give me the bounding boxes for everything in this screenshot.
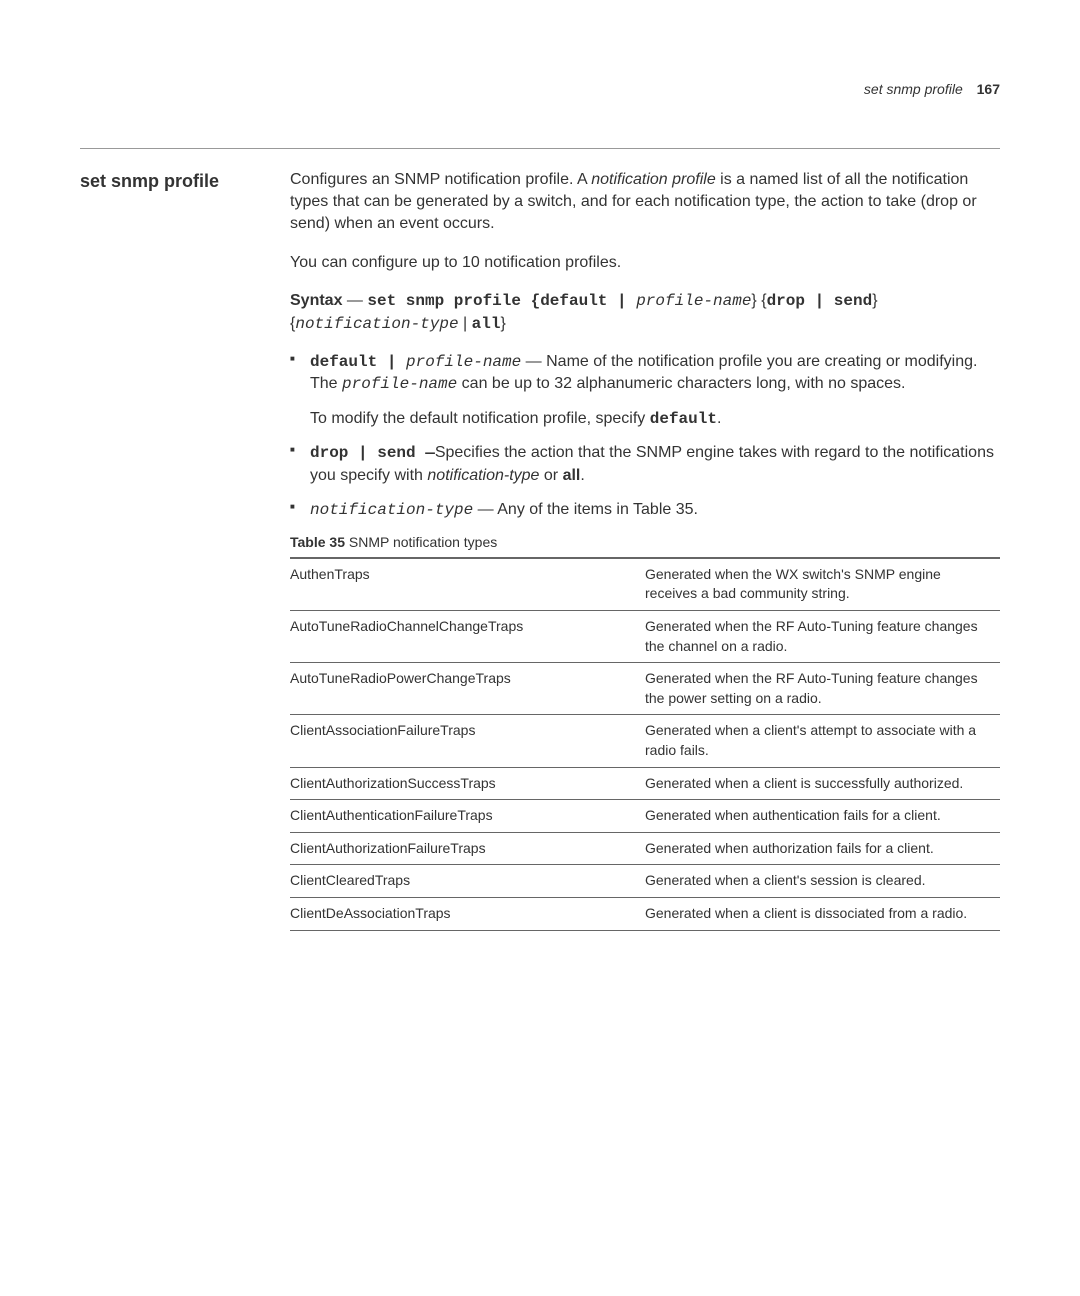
trap-name: ClientAuthorizationFailureTraps [290,832,645,865]
table-row: ClientAuthenticationFailureTraps Generat… [290,800,1000,833]
section-body: Configures an SNMP notification profile.… [290,169,1000,931]
param-list: default | profile-name — Name of the not… [290,351,1000,521]
syntax-line: Syntax — set snmp profile {default | pro… [290,290,1000,335]
trap-name: ClientAuthenticationFailureTraps [290,800,645,833]
trap-name: ClientClearedTraps [290,865,645,898]
trap-desc: Generated when the WX switch's SNMP engi… [645,558,1000,611]
b3-text: — Any of the items in Table 35. [473,501,698,518]
syntax-close2: } [500,315,505,332]
table-row: ClientDeAssociationTraps Generated when … [290,898,1000,931]
table-row: ClientClearedTraps Generated when a clie… [290,865,1000,898]
b1-subnote: To modify the default notification profi… [310,408,1000,430]
trap-name: ClientAssociationFailureTraps [290,715,645,767]
trap-name: AutoTuneRadioPowerChangeTraps [290,663,645,715]
section-row: set snmp profile Configures an SNMP noti… [80,169,1000,931]
b2-ital1: notification-type [427,467,539,484]
b1-var: profile-name [406,353,521,371]
b3-var: notification-type [310,501,473,519]
syntax-label: Syntax [290,292,342,309]
param-item-notiftype: notification-type — Any of the items in … [290,499,1000,521]
trap-name: AuthenTraps [290,558,645,611]
syntax-cmd: set snmp profile {default | [367,292,636,310]
trap-name: ClientDeAssociationTraps [290,898,645,931]
table-caption-num: Table 35 [290,534,345,550]
trap-name: AutoTuneRadioChannelChangeTraps [290,611,645,663]
notification-types-table: AuthenTraps Generated when the WX switch… [290,557,1000,931]
intro-text-1: Configures an SNMP notification profile.… [290,171,591,188]
table-row: AutoTuneRadioChannelChangeTraps Generate… [290,611,1000,663]
trap-desc: Generated when a client's attempt to ass… [645,715,1000,767]
b1-text2: can be up to 32 alphanumeric characters … [457,375,905,392]
intro-term: notification profile [591,171,716,188]
table-row: ClientAuthorizationFailureTraps Generate… [290,832,1000,865]
syntax-profile: profile-name [636,292,751,310]
page-number: 167 [977,81,1000,97]
syntax-notiftype: notification-type [295,315,458,333]
trap-name: ClientAuthorizationSuccessTraps [290,767,645,800]
trap-desc: Generated when authorization fails for a… [645,832,1000,865]
section-title: set snmp profile [80,169,290,194]
b1-cmd: default | [310,353,406,371]
table-row: ClientAssociationFailureTraps Generated … [290,715,1000,767]
running-header: set snmp profile 167 [80,80,1000,108]
b2-end: . [580,467,584,484]
section-divider [80,148,1000,149]
trap-desc: Generated when a client's session is cle… [645,865,1000,898]
param-item-dropsend: drop | send —Specifies the action that t… [290,442,1000,487]
syntax-dropsend: drop | send [767,292,873,310]
syntax-mid: } { [751,292,766,309]
syntax-dash: — [342,292,367,309]
trap-desc: Generated when a client is dissociated f… [645,898,1000,931]
b2-bold: all [563,467,581,484]
syntax-all: all [472,315,501,333]
trap-desc: Generated when authentication fails for … [645,800,1000,833]
running-title: set snmp profile [864,81,963,97]
table-row: ClientAuthorizationSuccessTraps Generate… [290,767,1000,800]
config-note: You can configure up to 10 notification … [290,252,1000,274]
trap-desc: Generated when the RF Auto-Tuning featur… [645,611,1000,663]
table-caption-text: SNMP notification types [345,534,497,550]
b1-var2: profile-name [342,375,457,393]
intro-paragraph: Configures an SNMP notification profile.… [290,169,1000,236]
b1-sub-cmd: default [650,410,717,428]
trap-desc: Generated when the RF Auto-Tuning featur… [645,663,1000,715]
b2-text2: or [539,467,562,484]
b1-sub-text: To modify the default notification profi… [310,410,650,427]
param-item-default: default | profile-name — Name of the not… [290,351,1000,430]
trap-desc: Generated when a client is successfully … [645,767,1000,800]
table-caption: Table 35 SNMP notification types [290,533,1000,553]
syntax-sep: | [459,315,472,332]
table-row: AutoTuneRadioPowerChangeTraps Generated … [290,663,1000,715]
b1-sub-end: . [717,410,721,427]
b2-cmd: drop | send — [310,444,435,462]
table-row: AuthenTraps Generated when the WX switch… [290,558,1000,611]
